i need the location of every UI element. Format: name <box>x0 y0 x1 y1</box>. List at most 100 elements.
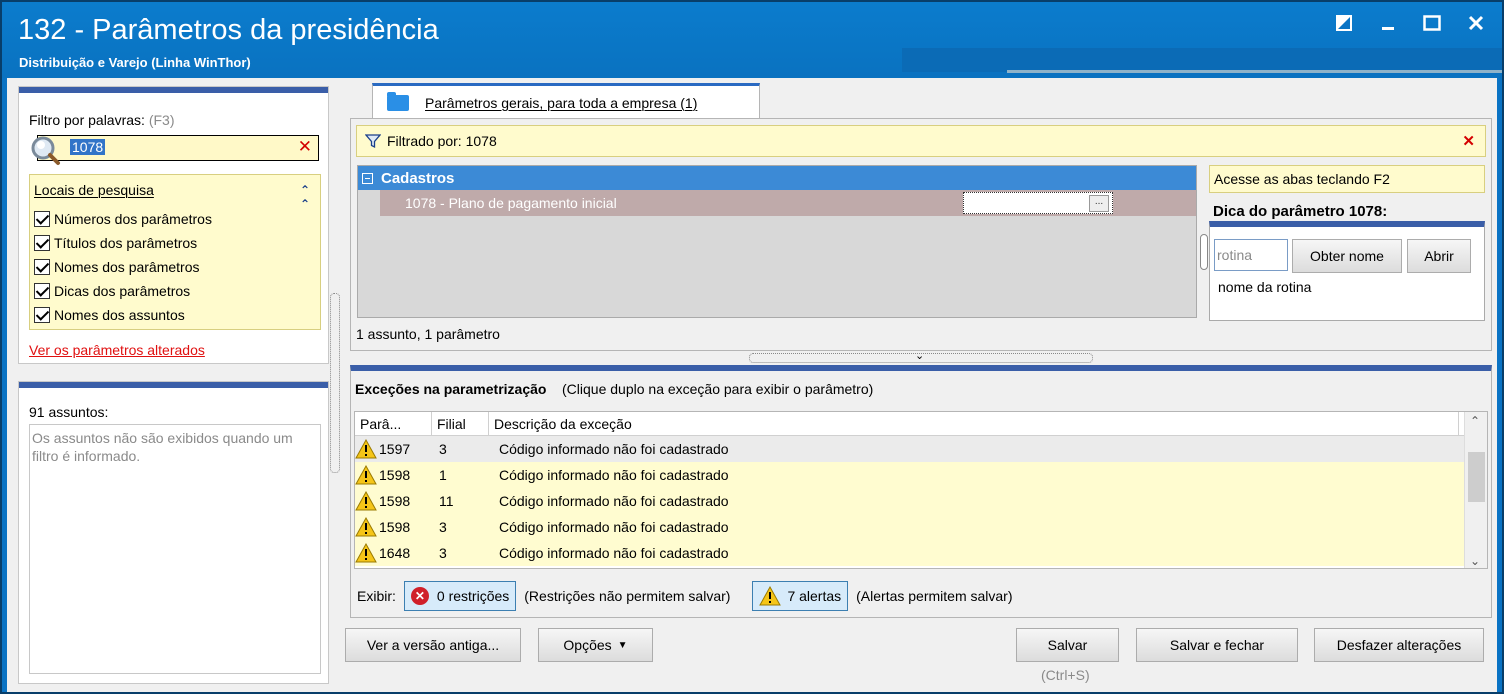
client-area: Filtro por palavras: (F3) 1078 ✕ Locais … <box>7 78 1497 692</box>
exibir-row: Exibir: ✕ 0 restrições (Restrições não p… <box>357 581 1013 611</box>
tree-group-cadastros[interactable]: Cadastros <box>358 166 1196 190</box>
title-decoration <box>902 48 1502 72</box>
clear-filtered-icon[interactable]: ✕ <box>1462 132 1475 150</box>
table-row[interactable]: 1597 3 Código informado não foi cadastra… <box>355 436 1487 462</box>
parameters-tree: Cadastros 1078 - Plano de pagamento inic… <box>357 165 1197 318</box>
save-shortcut-hint: (Ctrl+S) <box>1041 667 1090 683</box>
cell-param: 1598 <box>379 519 411 535</box>
tab-parametros-gerais[interactable]: Parâmetros gerais, para toda a empresa (… <box>372 83 760 119</box>
rotina-name-label: nome da rotina <box>1218 279 1312 295</box>
restore-down-icon[interactable] <box>1334 12 1354 34</box>
tree-row-1078[interactable]: 1078 - Plano de pagamento inicial ... <box>380 190 1196 216</box>
cell-desc: Código informado não foi cadastrado <box>499 441 729 457</box>
rotina-input[interactable]: rotina <box>1214 239 1288 271</box>
tree-row-label: 1078 - Plano de pagamento inicial <box>405 195 617 211</box>
scroll-up-icon[interactable]: ⌃ <box>1470 414 1480 428</box>
checkbox-icon[interactable] <box>34 283 50 299</box>
panel-accent-bar <box>19 382 328 388</box>
side-tab-handle[interactable] <box>1200 234 1208 270</box>
table-row[interactable]: 1598 1 Código informado não foi cadastra… <box>355 462 1487 488</box>
checkbox-icon[interactable] <box>34 235 50 251</box>
checkbox-label: Nomes dos assuntos <box>54 307 185 323</box>
collapse-group-icon[interactable] <box>362 172 373 184</box>
cell-filial: 3 <box>439 519 447 535</box>
column-header-descricao[interactable]: Descrição da exceção <box>489 412 1459 435</box>
search-input[interactable]: 1078 ✕ <box>31 135 319 165</box>
altered-params-link[interactable]: Ver os parâmetros alterados <box>29 342 205 358</box>
exceptions-grid[interactable]: Parâ... Filial Descrição da exceção 1597… <box>354 411 1488 569</box>
funnel-icon <box>365 134 381 149</box>
checkbox-titulos[interactable]: Títulos dos parâmetros <box>34 235 197 251</box>
search-icon <box>31 136 60 165</box>
scrollbar-thumb[interactable] <box>1468 452 1485 502</box>
restricoes-label: 0 restrições <box>436 588 510 604</box>
param-value-field[interactable]: ... <box>963 192 1113 214</box>
undo-changes-button[interactable]: Desfazer alterações <box>1314 628 1484 662</box>
checkbox-numeros[interactable]: Números dos parâmetros <box>34 211 212 227</box>
warning-icon <box>759 586 782 606</box>
exibir-label: Exibir: <box>357 588 396 604</box>
cell-param: 1598 <box>379 467 411 483</box>
old-version-button[interactable]: Ver a versão antiga... <box>345 628 521 662</box>
options-label: Opções <box>563 637 612 653</box>
save-button[interactable]: Salvar <box>1016 628 1119 662</box>
subjects-count-label: 91 assuntos: <box>29 404 109 420</box>
chevron-down-icon[interactable]: ⌄ <box>915 349 924 362</box>
warning-icon <box>355 543 377 563</box>
checkbox-label: Números dos parâmetros <box>54 211 212 227</box>
search-value: 1078 <box>70 139 106 155</box>
tab-label: Parâmetros gerais, para toda a empresa (… <box>425 94 698 111</box>
column-header-filial[interactable]: Filial <box>432 412 489 435</box>
title-decoration-line <box>1007 70 1502 73</box>
folder-icon <box>387 91 409 111</box>
scroll-down-icon[interactable]: ⌄ <box>1470 554 1480 568</box>
checkbox-label: Dicas dos parâmetros <box>54 283 191 299</box>
maximize-icon[interactable] <box>1422 12 1442 34</box>
checkbox-dicas[interactable]: Dicas dos parâmetros <box>34 283 190 299</box>
checkbox-nomes[interactable]: Nomes dos parâmetros <box>34 259 200 275</box>
app-window: 132 - Parâmetros da presidência Distribu… <box>0 0 1504 694</box>
exceptions-panel: Exceções na parametrização (Clique duplo… <box>350 365 1492 618</box>
restricoes-toggle-button[interactable]: ✕ 0 restrições <box>403 581 517 611</box>
filtered-by-label: Filtrado por: 1078 <box>387 133 497 149</box>
minimize-icon[interactable] <box>1378 12 1398 34</box>
save-and-close-button[interactable]: Salvar e fechar <box>1136 628 1298 662</box>
filter-panel: Filtro por palavras: (F3) 1078 ✕ Locais … <box>18 86 329 364</box>
table-row[interactable]: 1598 3 Código informado não foi cadastra… <box>355 514 1487 540</box>
cell-param: 1648 <box>379 545 411 561</box>
table-row[interactable]: 1648 3 Código informado não foi cadastra… <box>355 540 1487 566</box>
clear-filter-icon[interactable]: ✕ <box>298 137 312 157</box>
close-icon[interactable] <box>1466 12 1486 34</box>
checkbox-icon[interactable] <box>34 211 50 227</box>
abrir-button[interactable]: Abrir <box>1407 239 1471 273</box>
subjects-panel: 91 assuntos: Os assuntos não são exibido… <box>18 381 329 684</box>
checkbox-icon[interactable] <box>34 259 50 275</box>
cell-desc: Código informado não foi cadastrado <box>499 493 729 509</box>
horizontal-splitter[interactable]: ⌄ <box>749 349 1093 363</box>
collapse-icon[interactable]: ⌃ ⌃ <box>300 183 310 211</box>
cell-desc: Código informado não foi cadastrado <box>499 467 729 483</box>
filtered-by-bar: Filtrado por: 1078 ✕ <box>356 125 1486 157</box>
checkbox-assuntos[interactable]: Nomes dos assuntos <box>34 307 185 323</box>
alertas-toggle-button[interactable]: 7 alertas <box>752 581 849 611</box>
checkbox-icon[interactable] <box>34 307 50 323</box>
param-tip-title: Dica do parâmetro 1078: <box>1213 203 1388 220</box>
table-row[interactable]: 1598 11 Código informado não foi cadastr… <box>355 488 1487 514</box>
cell-param: 1597 <box>379 441 411 457</box>
alertas-label: 7 alertas <box>787 588 842 604</box>
vertical-splitter[interactable] <box>330 293 340 473</box>
cell-desc: Código informado não foi cadastrado <box>499 519 729 535</box>
tab-hint: Acesse as abas teclando F2 <box>1209 165 1485 193</box>
panel-accent-bar <box>19 87 328 93</box>
subjects-list[interactable]: Os assuntos não são exibidos quando um f… <box>29 424 321 674</box>
column-header-param[interactable]: Parâ... <box>355 412 432 435</box>
options-button[interactable]: Opções ▼ <box>538 628 653 662</box>
vertical-scrollbar[interactable]: ⌃ ⌄ <box>1464 412 1487 568</box>
warning-icon <box>355 465 377 485</box>
obter-nome-button[interactable]: Obter nome <box>1292 239 1402 273</box>
alertas-note: (Alertas permitem salvar) <box>856 588 1013 604</box>
error-icon: ✕ <box>410 587 429 605</box>
exceptions-title-bold: Exceções na parametrização <box>355 381 547 397</box>
caret-down-icon: ▼ <box>617 639 628 651</box>
ellipsis-button[interactable]: ... <box>1089 195 1109 212</box>
